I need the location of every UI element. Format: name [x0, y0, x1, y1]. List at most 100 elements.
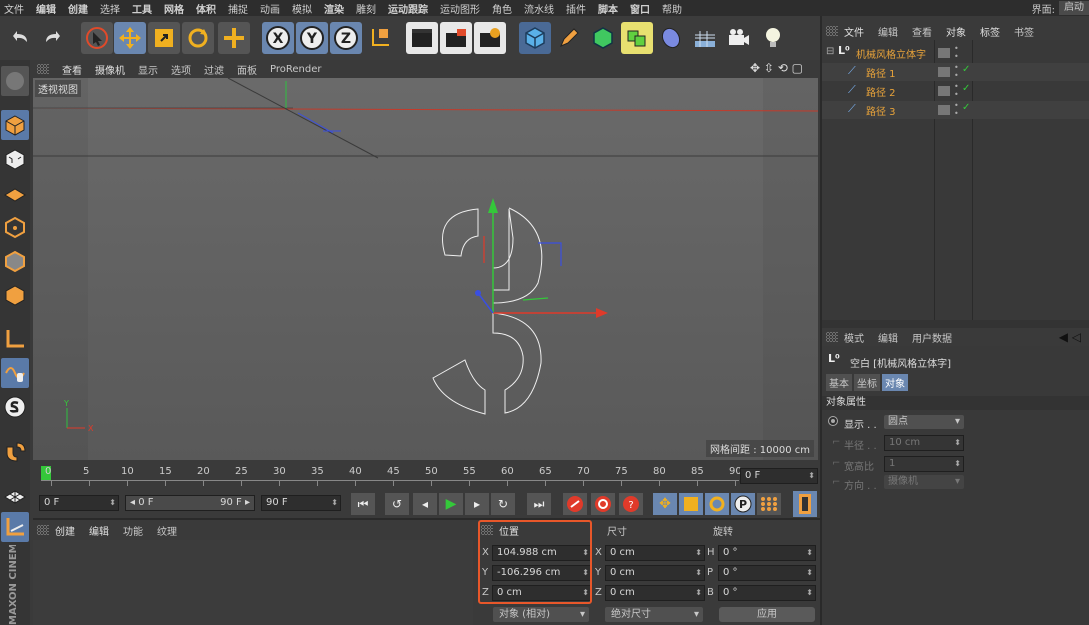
y-axis-icon[interactable]: Y	[296, 22, 328, 54]
snap-icon[interactable]	[1, 392, 29, 422]
start-frame-field[interactable]: 0 F ⬍	[39, 495, 119, 511]
viewport-tab-filter[interactable]: 过滤	[204, 62, 224, 77]
end-frame-field[interactable]: 90 F ⬍	[261, 495, 341, 511]
record-icon[interactable]	[563, 493, 587, 515]
size-mode-dropdown[interactable]: 绝对尺寸 ▾	[605, 607, 703, 622]
layer-icon[interactable]	[938, 86, 950, 96]
x-axis-icon[interactable]: X	[262, 22, 294, 54]
layout-dropdown[interactable]: 启动	[1059, 1, 1089, 15]
layer-icon[interactable]	[938, 48, 950, 58]
prev-key-icon[interactable]: ↺	[385, 493, 409, 515]
play-icon[interactable]: ▶	[439, 493, 463, 515]
cloner-icon[interactable]	[621, 22, 653, 54]
tree-row[interactable]: ⟋ 路径 2 • • ✓	[822, 82, 1089, 100]
make-editable-icon[interactable]	[1, 66, 29, 96]
viewport-tab-view[interactable]: 查看	[62, 62, 82, 77]
om-tab-edit[interactable]: 编辑	[878, 24, 898, 39]
menu-volume[interactable]: 体积	[196, 1, 216, 16]
rotate-icon[interactable]	[182, 22, 214, 54]
apply-button[interactable]: 应用	[719, 607, 815, 622]
live-select-icon[interactable]	[81, 22, 113, 54]
rotation-b-field[interactable]: 0 ° ⬍	[718, 585, 816, 601]
aspect-ratio-field[interactable]: 1 ⬍	[884, 456, 964, 472]
menu-script[interactable]: 脚本	[598, 1, 618, 16]
deformer-icon[interactable]	[655, 22, 687, 54]
tree-row[interactable]: ⟋ 路径 1 • • ✓	[822, 63, 1089, 81]
menu-plugins[interactable]: 插件	[566, 1, 586, 16]
subdivision-icon[interactable]	[587, 22, 619, 54]
menu-file[interactable]: 文件	[4, 1, 24, 16]
menu-window[interactable]: 窗口	[630, 1, 650, 16]
current-frame-field[interactable]: 0 F ⬍	[740, 468, 818, 484]
menu-mesh[interactable]: 网格	[164, 1, 184, 16]
menu-motion-tracking[interactable]: 运动跟踪	[388, 1, 428, 16]
keyframe-selection-icon[interactable]: ?	[619, 493, 643, 515]
panel-grip-icon[interactable]	[481, 525, 493, 535]
tree-row[interactable]: ⊟ L⁰ 机械风格立体字 • •	[822, 44, 1089, 62]
workplane-axis-icon[interactable]	[1, 512, 29, 542]
am-subtab-coord[interactable]: 坐标	[854, 374, 880, 391]
viewport-tab-prorender[interactable]: ProRender	[270, 64, 321, 75]
key-position-icon[interactable]: ✥	[653, 493, 677, 515]
am-nav-arrows-icon[interactable]: ◀ ◁	[1059, 330, 1081, 344]
material-tab-edit[interactable]: 编辑	[89, 523, 109, 538]
om-tab-bookmarks[interactable]: 书签	[1014, 24, 1034, 39]
magnet-icon[interactable]	[1, 436, 29, 466]
layer-icon[interactable]	[938, 105, 950, 115]
am-subtab-basic[interactable]: 基本	[826, 374, 852, 391]
size-z-field[interactable]: 0 cm ⬍	[605, 585, 705, 601]
animate-radio-icon[interactable]	[828, 416, 838, 426]
menu-select[interactable]: 选择	[100, 1, 120, 16]
menu-character[interactable]: 角色	[492, 1, 512, 16]
auto-key-icon[interactable]	[591, 493, 615, 515]
menu-snap[interactable]: 捕捉	[228, 1, 248, 16]
scale-icon[interactable]	[148, 22, 180, 54]
goto-end-icon[interactable]: ⏭	[527, 493, 551, 515]
create-icon[interactable]	[218, 22, 250, 54]
rotation-h-field[interactable]: 0 ° ⬍	[718, 545, 816, 561]
light-icon[interactable]	[757, 22, 789, 54]
undo-icon[interactable]	[4, 22, 36, 54]
pen-icon[interactable]	[553, 22, 585, 54]
coord-mode-dropdown[interactable]: 对象 (相对) ▾	[493, 607, 589, 622]
panel-grip-icon[interactable]	[826, 332, 838, 342]
key-pla-icon[interactable]	[757, 493, 781, 515]
prev-frame-icon[interactable]: ◂	[413, 493, 437, 515]
menu-create[interactable]: 创建	[68, 1, 88, 16]
visibility-dots-icon[interactable]: • •	[954, 102, 959, 118]
visibility-dots-icon[interactable]: • •	[954, 64, 959, 80]
texture-mode-icon[interactable]	[1, 144, 29, 174]
next-key-icon[interactable]: ↻	[491, 493, 515, 515]
rotation-p-field[interactable]: 0 ° ⬍	[718, 565, 816, 581]
orientation-dropdown[interactable]: 摄像机 ▾	[884, 475, 964, 489]
render-view-icon[interactable]	[406, 22, 438, 54]
goto-start-icon[interactable]: ⏮	[351, 493, 375, 515]
visibility-dots-icon[interactable]: • •	[954, 83, 959, 99]
material-tab-texture[interactable]: 纹理	[157, 523, 177, 538]
menu-sculpt[interactable]: 雕刻	[356, 1, 376, 16]
move-icon[interactable]	[114, 22, 146, 54]
axis-mode-icon[interactable]	[1, 324, 29, 354]
menu-tools[interactable]: 工具	[132, 1, 152, 16]
z-axis-icon[interactable]: Z	[330, 22, 362, 54]
viewport-nav-icons[interactable]: ✥ ⇳ ⟲ ▢	[750, 61, 803, 75]
am-tab-mode[interactable]: 模式	[844, 330, 864, 345]
key-rotation-icon[interactable]	[705, 493, 729, 515]
floor-icon[interactable]	[689, 22, 721, 54]
position-y-field[interactable]: -106.296 cm ⬍	[492, 565, 592, 581]
om-tab-file[interactable]: 文件	[844, 24, 864, 39]
om-tab-objects[interactable]: 对象	[946, 24, 966, 39]
menu-animate[interactable]: 动画	[260, 1, 280, 16]
am-tab-user-data[interactable]: 用户数据	[912, 330, 952, 345]
enabled-check-icon[interactable]: ✓	[962, 64, 970, 75]
layer-icon[interactable]	[938, 67, 950, 77]
menu-render[interactable]: 渲染	[324, 1, 344, 16]
range-slider[interactable]: ◂ 0 F 90 F ▸	[125, 495, 255, 511]
material-tab-create[interactable]: 创建	[55, 523, 75, 538]
timeline-ruler[interactable]: 0 5 10 15 20 25 30 35 40 45 50 55 60 65 70 75 80 85 90 0 F…	[33, 462, 820, 490]
size-x-field[interactable]: 0 cm ⬍	[605, 545, 705, 561]
perspective-viewport[interactable]: Y X 透视视图 网格间距 : 10000 cm	[33, 78, 818, 460]
coord-system-icon[interactable]	[364, 22, 396, 54]
menu-help[interactable]: 帮助	[662, 1, 682, 16]
menu-mograph[interactable]: 运动图形	[440, 1, 480, 16]
